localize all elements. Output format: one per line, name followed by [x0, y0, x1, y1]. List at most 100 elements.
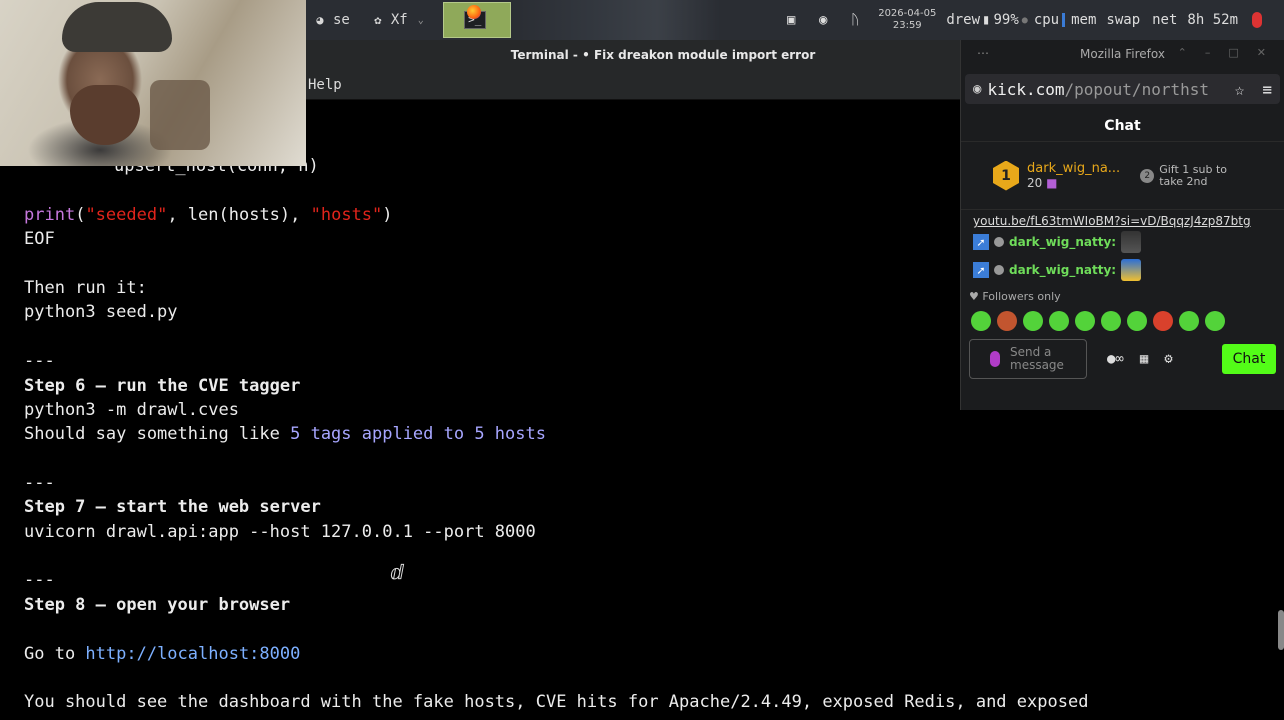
followers-only-notice: ♥ Followers only	[961, 288, 1284, 305]
display-icon[interactable]: ▣	[782, 11, 800, 29]
top-gifter-banner: 1 dark_wig_na... 20 ■ 2 Gift 1 sub to ta…	[961, 142, 1284, 210]
gifter-name[interactable]: dark_wig_na...	[1027, 161, 1120, 176]
emote-icon[interactable]	[1023, 311, 1043, 331]
menu-icon[interactable]: ≡	[1262, 80, 1272, 99]
emote-icon[interactable]	[1127, 311, 1147, 331]
verified-icon	[994, 237, 1004, 247]
rank-badge: 1	[993, 160, 1019, 191]
close-icon[interactable]: ✕	[1257, 46, 1266, 59]
kicks-icon[interactable]: ●∞	[1107, 351, 1124, 367]
line-seed-cmd: python3 seed.py	[24, 302, 178, 322]
site-info-icon[interactable]: ◉	[973, 81, 981, 97]
terminal-menubar: Help	[306, 70, 960, 100]
url-host: kick.com	[987, 79, 1065, 99]
bluetooth-icon[interactable]: ᚢ	[846, 11, 864, 29]
print-open: (	[75, 205, 86, 225]
minimize-icon[interactable]: –	[1205, 46, 1211, 59]
chat-username[interactable]: dark_wig_natty:	[1009, 235, 1116, 249]
emote-icon[interactable]	[997, 311, 1017, 331]
goto-text: Go to	[24, 644, 86, 664]
monitor-swap-label: swap	[1106, 12, 1141, 28]
monitor-mem-label: mem	[1071, 12, 1097, 28]
line-cves-cmd: python3 -m drawl.cves	[24, 400, 239, 420]
chat-link-message[interactable]: youtu.be/fL63tmWIoBM?si=vD/BqqzJ4zp87btg	[973, 214, 1272, 228]
line-print: print("seeded", len(hosts), "hosts")	[24, 205, 393, 225]
chat-input-row: Send a message ●∞ ▦ ⚙ Chat	[961, 337, 1284, 381]
webcam-hat	[62, 2, 172, 52]
maximize-icon[interactable]: □	[1228, 46, 1238, 59]
chevron-down-icon: ⌄	[417, 14, 424, 26]
microphone-icon[interactable]	[1252, 12, 1262, 28]
emote-icon[interactable]	[1101, 311, 1121, 331]
line-step7: Step 7 — start the web server	[24, 497, 321, 517]
firefox-titlebar[interactable]: ⋯ Mozilla Firefox ⌃ – □ ✕	[961, 40, 1284, 68]
battery[interactable]: ▮ 99% ●	[982, 12, 1028, 28]
monitor-cpu[interactable]: cpu	[1034, 12, 1066, 28]
clock[interactable]: 2026-04-05 23:59	[878, 8, 936, 32]
webcam-chair	[150, 80, 210, 150]
chat-send-button[interactable]: Chat	[1222, 344, 1276, 374]
more-icon[interactable]: ⋯	[977, 46, 989, 60]
task-xfce[interactable]: ✿ Xf ⌄	[364, 4, 435, 36]
chat-message: ➚ dark_wig_natty:	[973, 256, 1272, 284]
monitor-net[interactable]: net	[1152, 12, 1177, 28]
menu-help[interactable]: Help	[308, 77, 342, 93]
print-keyword: print	[24, 205, 76, 225]
gift-sub-cta[interactable]: 2 Gift 1 sub to take 2nd	[1140, 163, 1250, 188]
store-icon[interactable]: ▦	[1140, 351, 1148, 367]
system-tray: ▣ ◉ ᚢ 2026-04-05 23:59 drew ▮ 99% ● cpu …	[782, 0, 1284, 40]
emote-icon[interactable]	[1049, 311, 1069, 331]
webcam-overlay	[0, 0, 306, 166]
emote-icon	[1121, 259, 1142, 281]
chat-tools: ●∞ ▦ ⚙	[1107, 351, 1173, 367]
localhost-link[interactable]: http://localhost:8000	[85, 644, 300, 664]
terminal-scrollbar[interactable]	[1278, 610, 1284, 650]
firefox-icon[interactable]	[466, 5, 481, 19]
print-close: )	[382, 205, 393, 225]
firefox-title: Mozilla Firefox	[1080, 47, 1165, 61]
line-step6: Step 6 — run the CVE tagger	[24, 376, 301, 396]
status-dot-icon: ●	[1021, 14, 1028, 26]
network-icon[interactable]: ◉	[814, 11, 832, 29]
gifter-count-value: 20	[1027, 176, 1043, 190]
emote-icon[interactable]	[971, 311, 991, 331]
terminal-titlebar[interactable]: Terminal - • Fix dreakon module import e…	[306, 40, 960, 70]
task-xfce-label: Xf	[390, 12, 408, 28]
collapse-icon[interactable]: ⌃	[1178, 46, 1187, 59]
monitor-swap[interactable]: swap	[1106, 12, 1140, 28]
battery-level: 99%	[993, 12, 1019, 28]
line-separator: ---	[24, 473, 55, 493]
emote-icon[interactable]	[1153, 311, 1173, 331]
microphone-icon[interactable]	[990, 351, 1000, 367]
badge-icon: ➚	[973, 262, 989, 278]
line-eof: EOF	[24, 229, 55, 249]
xfce-mouse-icon: ✿	[374, 13, 382, 27]
gift-icon: ■	[1046, 176, 1058, 190]
task-list: ◕ se ✿ Xf ⌄ >_	[306, 0, 511, 40]
chat-messages[interactable]: youtu.be/fL63tmWIoBM?si=vD/BqqzJ4zp87btg…	[961, 210, 1284, 288]
line-step8: Step 8 — open your browser	[24, 595, 291, 615]
firefox-window: ⋯ Mozilla Firefox ⌃ – □ ✕ ◉ kick.com/pop…	[960, 40, 1284, 410]
emote-icon[interactable]	[1205, 311, 1225, 331]
panel-wallpaper-strip	[510, 0, 720, 40]
clock-date: 2026-04-05	[878, 8, 937, 19]
monitor-mem[interactable]: mem	[1071, 12, 1096, 28]
followers-only-label: Followers only	[982, 290, 1061, 303]
chat-header: Chat	[961, 110, 1284, 142]
print-mid: , len(hosts),	[167, 205, 311, 225]
url-bar[interactable]: ◉ kick.com/popout/northst ☆ ≡	[965, 74, 1280, 104]
gifter-count: 20 ■	[1027, 176, 1120, 190]
bookmark-star-icon[interactable]: ☆	[1235, 80, 1245, 99]
task-camera[interactable]: ◕ se	[306, 4, 356, 36]
chat-message-input[interactable]: Send a message	[969, 339, 1087, 379]
uptime: 8h 52m	[1187, 12, 1238, 28]
chat-username[interactable]: dark_wig_natty:	[1009, 263, 1116, 277]
gear-icon[interactable]: ⚙	[1164, 351, 1172, 367]
user-name[interactable]: drew	[946, 12, 980, 28]
emote-icon[interactable]	[1179, 311, 1199, 331]
badge-icon: ➚	[973, 234, 989, 250]
window-controls: ⌃ – □ ✕	[1178, 46, 1266, 59]
emote-icon[interactable]	[1075, 311, 1095, 331]
should-say-text: Should say something like	[24, 424, 291, 444]
monitor-net-label: net	[1152, 12, 1178, 28]
